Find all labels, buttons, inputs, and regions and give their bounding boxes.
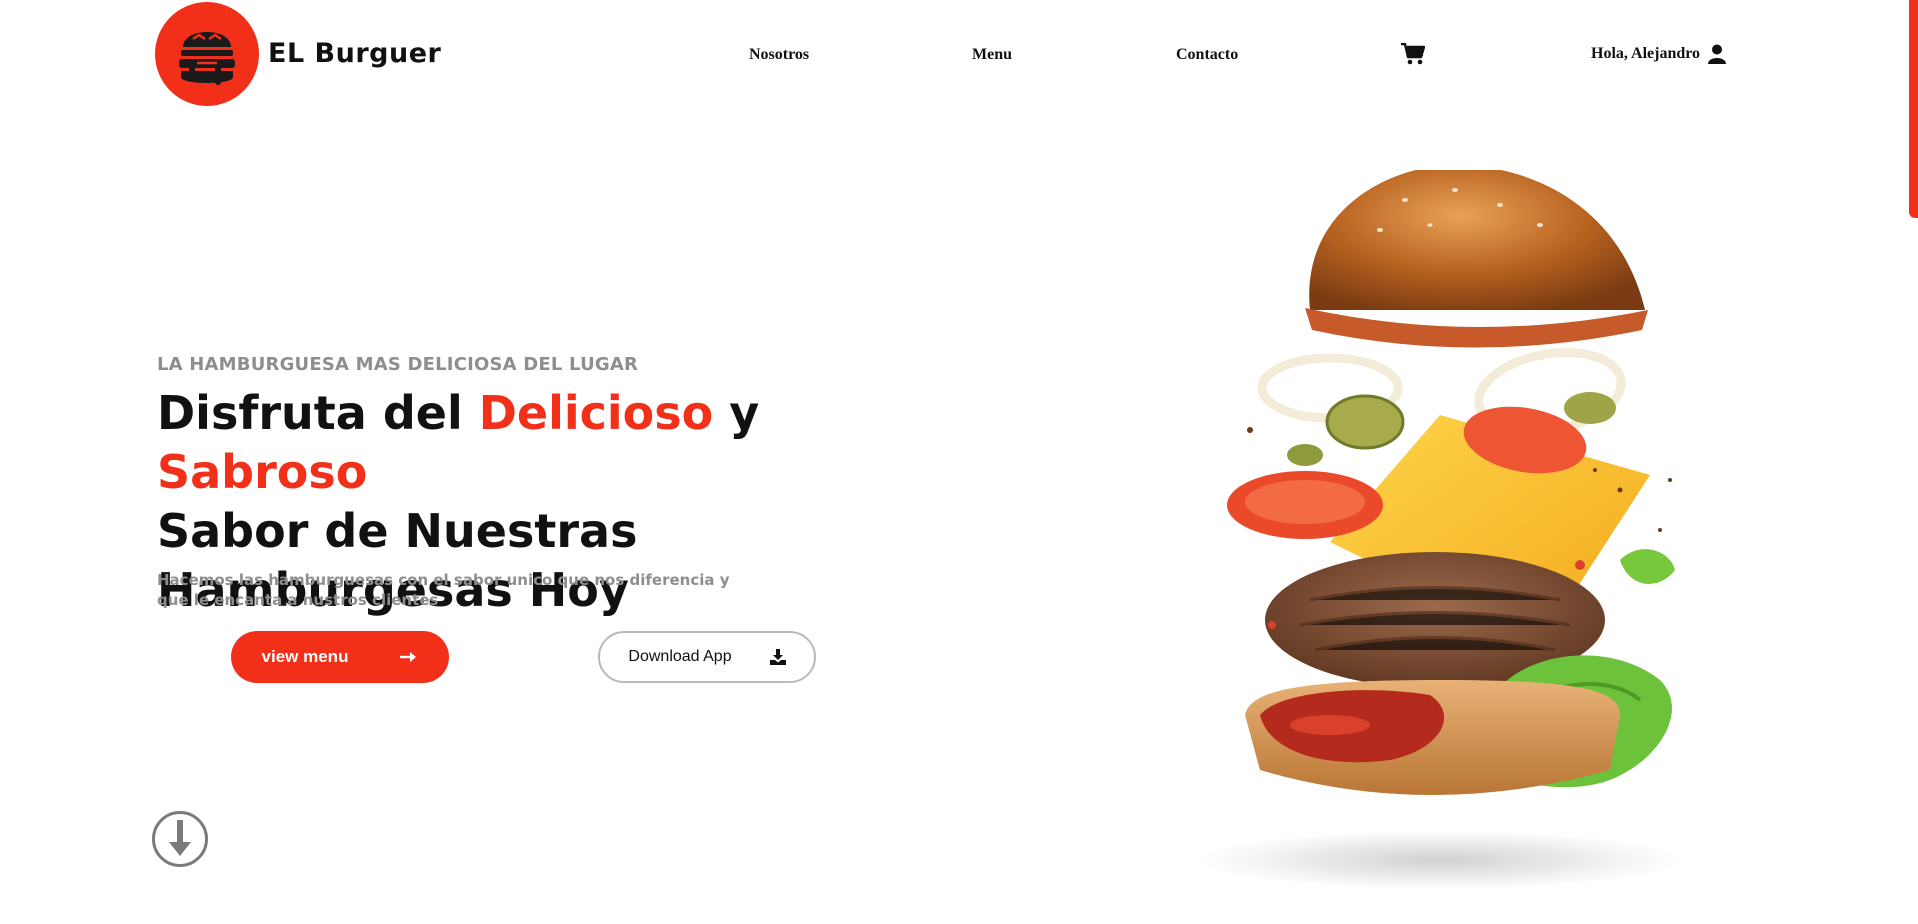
user-menu[interactable]: Hola, Alejandro: [1591, 44, 1727, 64]
view-menu-label: view menu: [261, 647, 349, 666]
nav-menu[interactable]: Menu: [972, 46, 1012, 64]
burger-logo-icon: [179, 32, 235, 85]
user-greeting: Hola, Alejandro: [1591, 45, 1701, 62]
brand-name[interactable]: EL Burguer: [268, 38, 441, 69]
cart-button[interactable]: [1401, 42, 1426, 65]
download-icon: [769, 649, 786, 665]
nav-nosotros[interactable]: Nosotros: [749, 46, 809, 64]
scroll-down-button[interactable]: [152, 811, 208, 867]
burger-illustration: [1200, 170, 1680, 890]
brand-logo[interactable]: [155, 2, 259, 106]
hero-eyebrow: LA HAMBURGUESA MAS DELICIOSA DEL LUGAR: [157, 354, 639, 375]
download-app-label: Download App: [628, 648, 732, 665]
arrow-down-circle-icon: [169, 820, 191, 856]
scrollbar-thumb[interactable]: [1909, 0, 1918, 218]
download-app-button[interactable]: Download App: [598, 631, 816, 683]
arrow-right-icon: [400, 652, 417, 662]
user-icon: [1708, 44, 1727, 64]
headline-part1: Disfruta del: [157, 386, 479, 440]
headline-accent-sabroso: Sabroso: [157, 445, 368, 499]
headline-part2: y: [713, 386, 760, 440]
cart-icon: [1401, 42, 1426, 65]
hero-description: Hacemos las hamburguesas con el sabor un…: [157, 571, 730, 609]
headline-accent-delicioso: Delicioso: [478, 386, 714, 440]
view-menu-button[interactable]: view menu: [231, 631, 449, 683]
nav-contacto[interactable]: Contacto: [1176, 46, 1238, 64]
